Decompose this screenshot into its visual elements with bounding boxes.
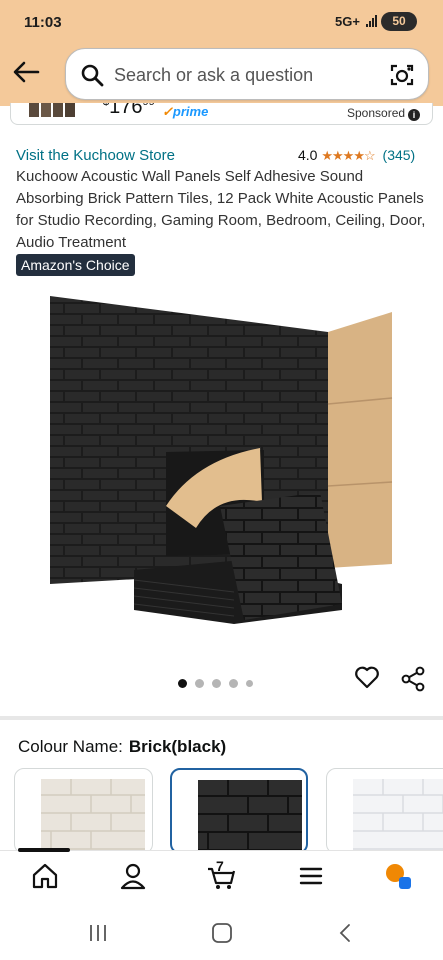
signal-icon <box>366 15 377 27</box>
cart-icon <box>208 867 236 889</box>
swatch-image <box>41 779 145 853</box>
store-link[interactable]: Visit the Kuchoow Store <box>16 147 175 164</box>
rating-summary[interactable]: 4.0 ★★★★☆ (345) <box>298 147 415 164</box>
home-icon[interactable] <box>30 861 60 891</box>
status-time: 11:03 <box>24 14 62 31</box>
battery-indicator: 50 <box>381 12 417 31</box>
swatch-image <box>353 779 443 853</box>
rating-value: 4.0 <box>298 147 318 163</box>
ad-thumbnail <box>29 103 75 117</box>
pager-dot[interactable] <box>195 679 204 689</box>
back-arrow-icon[interactable] <box>10 58 42 86</box>
swatch-white-brick[interactable] <box>14 768 153 854</box>
pager-dot[interactable] <box>229 679 238 689</box>
app-header: 11:03 5G+ 50 Search or ask a question <box>0 0 443 106</box>
account-icon[interactable] <box>118 861 148 891</box>
swatch-black-brick[interactable] <box>170 768 308 854</box>
rating-count[interactable]: (345) <box>383 147 416 163</box>
recents-icon[interactable] <box>86 922 110 944</box>
bottom-nav: 7 <box>0 848 443 902</box>
search-input[interactable]: Search or ask a question <box>114 65 313 86</box>
sponsored-ad[interactable]: $17699 ✓prime Sponsoredi <box>10 103 433 125</box>
pager-dot[interactable] <box>246 680 253 688</box>
menu-icon[interactable] <box>296 861 326 891</box>
product-title: Kuchoow Acoustic Wall Panels Self Adhesi… <box>16 168 426 251</box>
heart-icon[interactable] <box>354 664 380 690</box>
product-image[interactable] <box>46 292 396 632</box>
camera-scan-icon[interactable] <box>389 62 415 88</box>
search-icon <box>81 64 104 87</box>
info-icon[interactable]: i <box>408 109 421 121</box>
pager-dot[interactable] <box>212 679 221 689</box>
share-icon[interactable] <box>400 666 426 692</box>
swatch-image <box>198 780 302 852</box>
home-button-icon[interactable] <box>210 922 234 944</box>
section-divider <box>0 716 443 720</box>
search-bar[interactable]: Search or ask a question <box>65 48 429 100</box>
active-tab-indicator <box>18 848 70 852</box>
back-icon[interactable] <box>334 922 358 944</box>
amazons-choice-badge: Amazon's Choice <box>16 254 135 276</box>
image-pager[interactable] <box>178 675 261 689</box>
cart-button[interactable]: 7 <box>206 858 236 891</box>
selected-variation: Brick(black) <box>128 737 227 756</box>
rufus-icon[interactable] <box>383 861 413 891</box>
star-rating-icon: ★★★★☆ <box>321 148 375 163</box>
swatch-white-brick-alt[interactable] <box>326 768 443 854</box>
variation-label: Colour Name: Brick(black) <box>18 737 227 756</box>
sponsored-label[interactable]: Sponsored i <box>347 106 421 121</box>
network-indicator: 5G+ <box>335 14 360 29</box>
system-nav-bar <box>0 902 443 960</box>
pager-dot[interactable] <box>178 679 187 689</box>
prime-badge: ✓prime <box>162 104 209 119</box>
ad-price: $17699 <box>103 103 155 118</box>
